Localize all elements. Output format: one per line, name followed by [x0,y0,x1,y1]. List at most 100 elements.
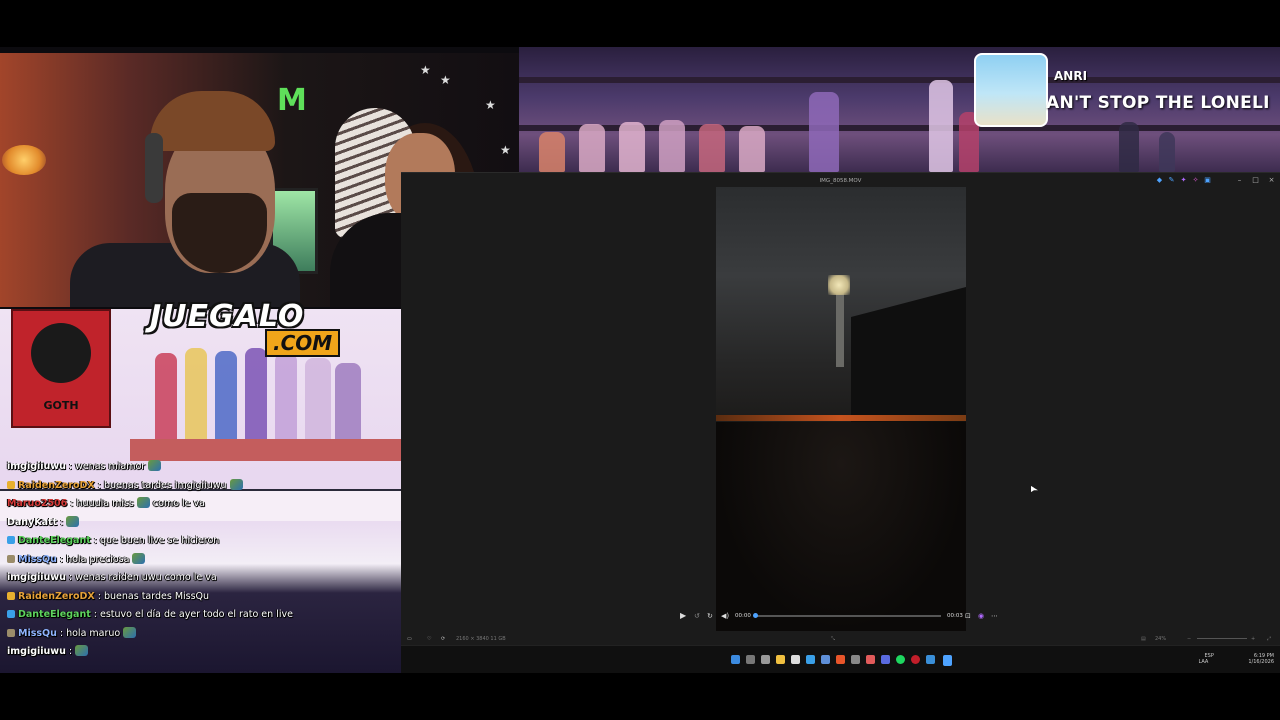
spotify-icon[interactable] [896,655,905,664]
chat-username[interactable]: MissQu [18,554,57,565]
chat-message: MissQu : hola maruo [7,626,137,642]
crowd [716,422,966,631]
chat-message: imgigiiuwu : wenas miamor [7,459,162,475]
stream-canvas: M ★ ★ ★ ★ ★ GOTH JUEGALO .COM [0,47,1280,673]
chat-text: : buenas tardes imgigiiuwu [94,479,227,491]
now-playing-artist: ANRI [1054,69,1088,83]
chat-emote-icon [229,478,243,490]
chat-username[interactable]: imgigiiuwu [7,461,66,472]
edit-icon[interactable]: ✎ [1167,177,1176,184]
now-playing-title: AN'T STOP THE LONELI [1046,93,1270,113]
chat-message: MissQu : hola preciosa [7,552,146,568]
stage-lights [716,415,966,421]
volume-icon[interactable]: ◀) [721,609,729,623]
juegalo-logo: JUEGALO .COM [150,299,375,357]
info-icon[interactable]: ▭ [407,636,412,642]
minimize-icon[interactable]: – [1235,177,1244,184]
chat-username[interactable]: DanyKatt [7,517,57,528]
chat-username[interactable]: MissQu [18,628,57,639]
zoom-out-icon[interactable]: − [1187,636,1191,642]
taskbar: ESP 6:19 PM LAA 1/16/2026 [401,645,1280,673]
chat-username[interactable]: imgigiiuwu [7,646,66,657]
rotate-icon[interactable]: ⟳ [441,636,445,642]
search-icon[interactable] [746,655,755,664]
chat-badge-icon [7,610,15,618]
chat-emote-icon [66,515,80,527]
discord-icon[interactable] [881,655,890,664]
save-icon[interactable]: ▣ [1203,177,1212,184]
chat-username[interactable]: DanteElegant [18,609,91,620]
fullscreen-icon[interactable]: ⊡ [965,609,971,623]
steam-icon[interactable] [926,655,935,664]
chat-message: RaidenZeroDX : buenas tardes MissQu [7,589,209,605]
chat-badge-icon [7,536,15,544]
chat-username[interactable]: RaidenZeroDX [18,591,95,602]
seek-bar[interactable] [753,613,941,618]
chat-username[interactable]: DanteElegant [18,535,91,546]
filmstrip-icon[interactable]: ▤ [1141,636,1146,642]
chat-message: DanyKatt : [7,515,80,531]
chat-message: DanteElegant : que buen live se hicieron [7,533,219,549]
maximize-icon[interactable]: □ [1251,177,1260,184]
chat-text: : hola maruo [56,627,121,639]
chat-panel: imgigiiuwu : wenas miamor RaidenZeroDX : … [0,457,401,673]
chat-username[interactable]: Maruo2506 [7,498,67,509]
chat-emote-icon [75,645,89,656]
share-icon[interactable]: ◆ [1155,177,1164,184]
chat-text: : buenas tardes MissQu [94,590,210,602]
edge-icon[interactable] [806,655,815,664]
effects-icon[interactable]: ✧ [1191,177,1200,184]
zoom-in-icon[interactable]: + [1251,636,1255,642]
draw-icon[interactable]: ✦ [1179,177,1188,184]
play-icon[interactable]: ▶ [680,609,686,623]
firefox-icon[interactable] [836,655,845,664]
skull-icon [31,323,91,383]
chat-badge-icon [7,628,15,637]
chat-username[interactable]: imgigiiuwu [7,572,66,583]
chat-message: imgigiiuwu : wenas raiden uwu como le va [7,570,217,586]
obs-icon[interactable] [866,655,875,664]
close-icon[interactable]: × [1267,177,1276,184]
opera-icon[interactable] [911,655,920,664]
photos-icon[interactable] [943,655,952,666]
player-status-bar: ▭ ♡ ⟳ 2160 × 3840 11 GB ⤡ ▤ 24% − + ⤢ [401,633,1280,645]
chat-message: imgigiiuwu : [7,644,89,660]
chat-message: Maruo2506 : huuula miss como le va [7,496,205,512]
playback-controls: ▶ ↺ ↻ ◀) 00:00 00:03 ⊡ ◉ ⋯ [671,609,1011,623]
zoom-slider[interactable] [1197,638,1247,639]
chat-text: : [57,516,64,528]
explorer-icon[interactable] [776,655,785,664]
file-info: 2160 × 3840 11 GB [456,636,506,642]
clock-date[interactable]: 1/16/2026 [1248,659,1274,665]
chat-emote-icon [136,497,150,508]
chat-text: : wenas miamor [65,461,146,472]
seek-handle[interactable] [753,613,758,618]
chat-text: : estuvo el día de ayer todo el rato en … [90,609,293,620]
settings-icon[interactable] [821,655,830,664]
store-icon[interactable] [791,655,800,664]
input-layout[interactable]: LAA [1198,659,1208,665]
start-icon[interactable] [731,655,740,664]
now-playing-widget: ANRI AN'T STOP THE LONELI [974,53,1274,129]
edit-video-icon[interactable]: ◉ [978,609,984,623]
fast-forward-icon[interactable]: ↻ [707,609,713,623]
app-icon[interactable] [851,655,860,664]
video-frame[interactable] [716,187,966,631]
album-art [974,53,1048,127]
total-time: 00:03 [947,613,963,619]
crop-icon[interactable]: ⤡ [831,636,835,642]
expand-icon[interactable]: ⤢ [1267,636,1271,642]
chat-username[interactable]: RaidenZeroDX [18,480,95,491]
zoom-level: 24% [1155,636,1167,642]
more-icon[interactable]: ⋯ [991,609,998,623]
chat-text: : hola preciosa [56,553,130,565]
taskview-icon[interactable] [761,655,770,664]
chat-badge-icon [7,554,15,563]
goth-poster: GOTH [11,309,111,428]
chat-text: : wenas raiden uwu como le va [65,572,217,583]
favorite-icon[interactable]: ♡ [427,636,431,642]
current-time: 00:00 [735,613,751,619]
monster-logo: M [277,83,307,118]
chat-emote-icon [148,460,162,471]
rewind-icon[interactable]: ↺ [694,609,700,623]
